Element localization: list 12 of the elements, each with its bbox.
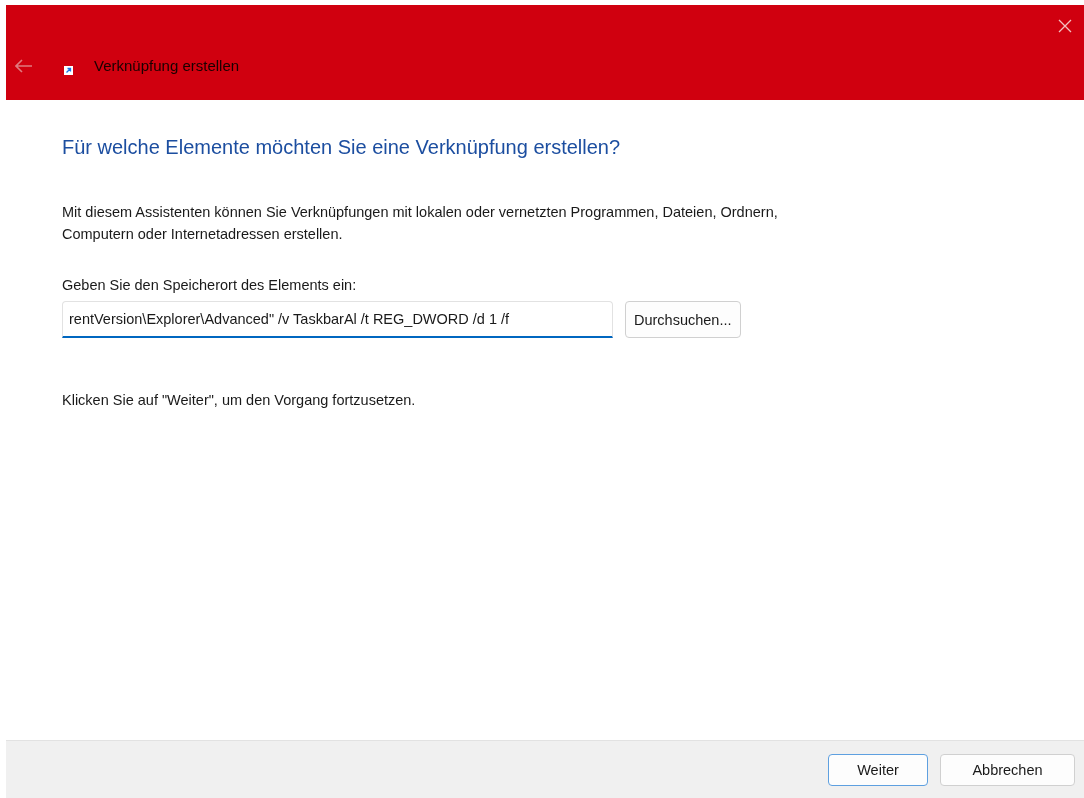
shortcut-icon bbox=[64, 66, 73, 75]
location-label: Geben Sie den Speicherort des Elements ein: bbox=[62, 277, 358, 293]
cancel-button[interactable]: Abbrechen bbox=[940, 753, 1075, 786]
back-arrow-icon[interactable] bbox=[15, 58, 33, 73]
wizard-heading: Für welche Elemente möchten Sie eine Verknüpfung erstellen? bbox=[62, 136, 622, 159]
intro-text: Mit diesem Assistenten können Sie Verknüpfungen mit lokalen oder vernetzten Programmen, Dateien, Ordnern, Computern oder Internetadressen erstellen. bbox=[62, 203, 779, 244]
continue-hint: Klicken Sie auf "Weiter", um den Vorgang fortzusetzen. bbox=[62, 392, 417, 408]
browse-button[interactable]: Durchsuchen... bbox=[625, 301, 741, 338]
close-icon[interactable] bbox=[1058, 19, 1072, 33]
next-button[interactable]: Weiter bbox=[828, 753, 928, 786]
window-title: Verknüpfung erstellen bbox=[94, 57, 240, 74]
location-input-field[interactable]: rentVersion\Explorer\Advanced" /v TaskbarAl /t REG_DWORD /d 1 /f bbox=[62, 301, 613, 338]
